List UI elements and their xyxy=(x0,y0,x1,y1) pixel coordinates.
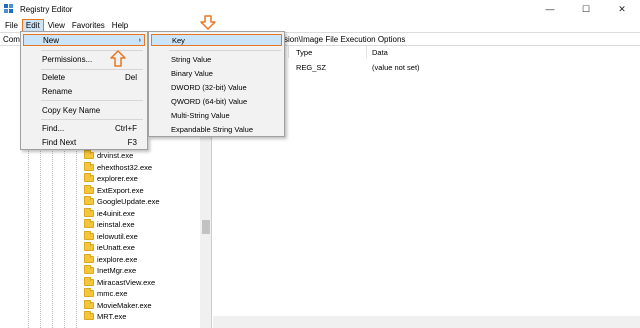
tree-item[interactable]: drvinst.exe xyxy=(84,150,133,161)
orange-arrow-icon xyxy=(200,15,216,30)
folder-icon xyxy=(84,254,94,263)
submenu-item-qword-value[interactable]: QWORD (64-bit) Value xyxy=(151,95,282,107)
folder-icon xyxy=(84,219,94,228)
folder-icon xyxy=(84,265,94,274)
menu-item-delete[interactable]: Delete Del xyxy=(23,71,145,83)
menu-separator xyxy=(41,119,143,120)
value-data[interactable]: (value not set) xyxy=(372,63,420,72)
tree-scroll-thumb[interactable] xyxy=(202,220,210,234)
new-submenu: Key String Value Binary Value DWORD (32-… xyxy=(148,31,285,137)
folder-icon xyxy=(84,208,94,217)
folder-icon xyxy=(84,277,94,286)
values-horizontal-scrollbar[interactable] xyxy=(213,316,640,328)
tree-item[interactable]: MiracastView.exe xyxy=(84,277,155,288)
column-divider[interactable] xyxy=(288,46,289,58)
column-header-data[interactable]: Data xyxy=(372,48,388,57)
maximize-button[interactable]: ☐ xyxy=(568,0,604,18)
address-path: sion\Image File Execution Options xyxy=(284,35,406,44)
title-bar: Registry Editor — ☐ ✕ xyxy=(0,0,640,18)
tree-item[interactable]: mmc.exe xyxy=(84,288,127,299)
menu-file[interactable]: File xyxy=(2,19,21,32)
folder-icon xyxy=(84,242,94,251)
submenu-item-binary-value[interactable]: Binary Value xyxy=(151,67,282,79)
folder-icon xyxy=(84,311,94,320)
folder-icon xyxy=(84,300,94,309)
menu-item-find-next[interactable]: Find Next F3 xyxy=(23,136,145,148)
menu-item-copy-key-name[interactable]: Copy Key Name xyxy=(23,104,145,116)
menu-item-new[interactable]: New › xyxy=(23,34,145,46)
menu-separator xyxy=(169,50,281,51)
orange-arrow-icon xyxy=(110,50,126,67)
window-controls: — ☐ ✕ xyxy=(532,0,640,18)
value-type[interactable]: REG_SZ xyxy=(296,63,326,72)
tree-item[interactable]: ie4uinit.exe xyxy=(84,208,135,219)
folder-icon xyxy=(84,196,94,205)
column-divider[interactable] xyxy=(366,46,367,58)
menu-edit[interactable]: Edit xyxy=(21,18,44,32)
tree-item[interactable]: MovieMaker.exe xyxy=(84,300,152,311)
menu-help[interactable]: Help xyxy=(109,19,131,32)
menu-bar: File Edit View Favorites Help xyxy=(0,18,640,32)
window-title: Registry Editor xyxy=(20,4,73,14)
menu-item-find[interactable]: Find... Ctrl+F xyxy=(23,122,145,134)
tree-item[interactable]: ieUnatt.exe xyxy=(84,242,135,253)
submenu-item-expandable-string-value[interactable]: Expandable String Value xyxy=(151,123,282,135)
close-button[interactable]: ✕ xyxy=(604,0,640,18)
registry-editor-icon xyxy=(4,4,14,14)
tree-item[interactable]: ExtExport.exe xyxy=(84,185,144,196)
address-prefix: Com xyxy=(3,35,20,44)
tree-item[interactable]: InetMgr.exe xyxy=(84,265,136,276)
tree-item[interactable]: ielowutil.exe xyxy=(84,231,138,242)
tree-item[interactable]: ieinstal.exe xyxy=(84,219,135,230)
submenu-item-string-value[interactable]: String Value xyxy=(151,53,282,65)
tree-item[interactable]: ehexthost32.exe xyxy=(84,162,152,173)
menu-favorites[interactable]: Favorites xyxy=(69,19,108,32)
submenu-item-multi-string-value[interactable]: Multi-String Value xyxy=(151,109,282,121)
folder-icon xyxy=(84,150,94,159)
submenu-item-dword-value[interactable]: DWORD (32-bit) Value xyxy=(151,81,282,93)
submenu-arrow-icon: › xyxy=(138,36,141,44)
tree-item[interactable]: iexplore.exe xyxy=(84,254,137,265)
folder-icon xyxy=(84,231,94,240)
folder-icon xyxy=(84,185,94,194)
folder-icon xyxy=(84,162,94,171)
menu-item-rename[interactable]: Rename xyxy=(23,85,145,97)
menu-separator xyxy=(41,50,143,51)
folder-icon xyxy=(84,173,94,182)
column-header-type[interactable]: Type xyxy=(296,48,312,57)
menu-view[interactable]: View xyxy=(45,19,68,32)
tree-item[interactable]: MRT.exe xyxy=(84,311,126,322)
submenu-item-key[interactable]: Key xyxy=(151,34,282,46)
menu-separator xyxy=(41,69,143,70)
minimize-button[interactable]: — xyxy=(532,0,568,18)
edit-menu: New › Permissions... Delete Del Rename C… xyxy=(20,31,148,150)
folder-icon xyxy=(84,288,94,297)
tree-item[interactable]: explorer.exe xyxy=(84,173,138,184)
menu-separator xyxy=(41,100,143,101)
tree-item[interactable]: GoogleUpdate.exe xyxy=(84,196,160,207)
